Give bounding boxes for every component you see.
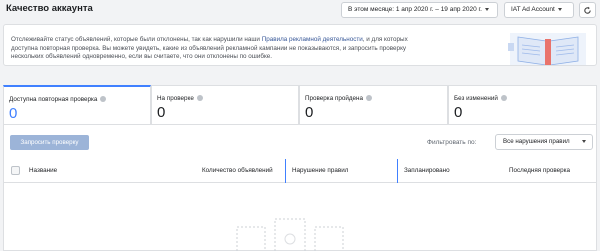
page-header: Качество аккаунта В этом месяце: 1 апр 2…	[0, 0, 600, 20]
date-range-dropdown[interactable]: В этом месяце: 1 апр 2020 г. – 19 апр 20…	[341, 2, 498, 18]
table-header: Название Количество объявлений Нарушение…	[4, 159, 596, 183]
column-last-review[interactable]: Последняя проверка	[509, 167, 570, 174]
refresh-button[interactable]	[579, 2, 596, 18]
date-range-label: В этом месяце: 1 апр 2020 г. – 19 апр 20…	[348, 6, 482, 13]
account-dropdown[interactable]: IAT Ad Account	[504, 2, 574, 18]
status-summary: Доступна повторная проверка 0 На проверк…	[3, 85, 597, 125]
help-icon[interactable]	[100, 96, 107, 102]
column-name[interactable]: Название	[29, 167, 57, 174]
account-label: IAT Ad Account	[511, 6, 555, 13]
chevron-down-icon	[484, 7, 489, 11]
info-banner: Отслеживайте статус объявлений, которые …	[3, 24, 597, 66]
chevron-down-icon	[557, 7, 562, 11]
select-all-checkbox[interactable]	[11, 166, 20, 175]
column-divider	[397, 159, 398, 183]
empty-state-illustration-icon	[236, 218, 344, 251]
column-divider	[285, 159, 286, 183]
stat-card-review-passed[interactable]: Проверка пройдена 0	[299, 85, 448, 125]
stat-label-text: Доступна повторная проверка	[9, 96, 98, 103]
stat-label: Доступна повторная проверка	[9, 96, 107, 103]
help-icon[interactable]	[196, 95, 203, 101]
help-icon[interactable]	[500, 95, 507, 101]
stat-value: 0	[157, 104, 166, 121]
stat-value: 0	[305, 104, 314, 121]
ad-policies-link[interactable]: Правила рекламной деятельности	[262, 36, 363, 43]
stat-label: На проверке	[157, 95, 203, 102]
info-text: Отслеживайте статус объявлений, которые …	[11, 36, 425, 62]
page-title: Качество аккаунта	[6, 3, 93, 14]
stat-card-review-available[interactable]: Доступна повторная проверка 0	[3, 85, 151, 125]
stat-card-no-changes[interactable]: Без изменений 0	[448, 85, 597, 125]
request-review-button[interactable]: Запросить проверку	[10, 135, 89, 150]
refresh-icon	[584, 6, 591, 14]
stat-value: 0	[9, 105, 18, 122]
filter-label: Фильтровать по:	[427, 139, 477, 146]
stat-card-in-review[interactable]: На проверке 0	[151, 85, 299, 125]
ads-table-panel: Запросить проверку Фильтровать по: Все н…	[3, 125, 597, 251]
filter-dropdown[interactable]: Все нарушения правил	[495, 134, 593, 150]
stat-label-text: Проверка пройдена	[305, 95, 364, 102]
help-icon[interactable]	[366, 95, 373, 101]
column-scheduled[interactable]: Запланировано	[404, 167, 450, 174]
chevron-down-icon	[582, 140, 586, 143]
filter-value: Все нарушения правил	[503, 138, 570, 145]
stat-label-text: Без изменений	[454, 95, 498, 102]
stat-value: 0	[454, 104, 463, 121]
column-policy-violation[interactable]: Нарушение правил	[292, 167, 348, 174]
column-ad-count[interactable]: Количество объявлений	[202, 167, 273, 174]
stat-label-text: На проверке	[157, 95, 194, 102]
book-illustration-icon	[508, 33, 586, 65]
info-text-start: Отслеживайте статус объявлений, которые …	[11, 36, 262, 43]
stat-label: Проверка пройдена	[305, 95, 373, 102]
stat-label: Без изменений	[454, 95, 507, 102]
